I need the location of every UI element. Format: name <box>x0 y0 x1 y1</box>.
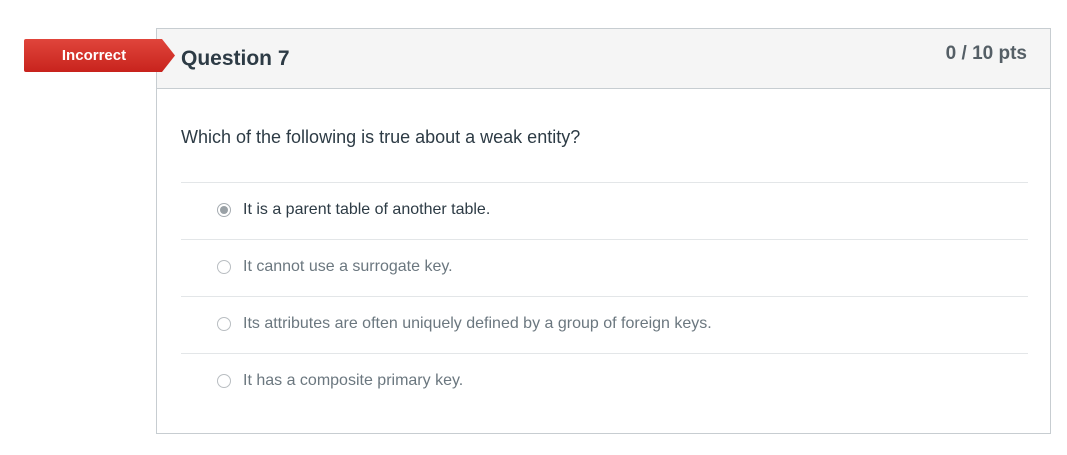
answer-option-1[interactable]: It is a parent table of another table. <box>181 182 1028 239</box>
answer-label: It cannot use a surrogate key. <box>243 258 453 275</box>
radio-empty-icon[interactable] <box>217 317 231 331</box>
answer-option-3[interactable]: Its attributes are often uniquely define… <box>181 296 1028 353</box>
radio-empty-icon[interactable] <box>217 260 231 274</box>
question-card: Question 7 0 / 10 pts Which of the follo… <box>156 28 1051 434</box>
quiz-question-page: Question 7 0 / 10 pts Which of the follo… <box>0 0 1067 455</box>
answer-list: It is a parent table of another table. I… <box>181 182 1028 410</box>
question-text: Which of the following is true about a w… <box>181 127 581 147</box>
answer-label: Its attributes are often uniquely define… <box>243 315 712 332</box>
incorrect-label: Incorrect <box>61 47 127 64</box>
answer-option-2[interactable]: It cannot use a surrogate key. <box>181 239 1028 296</box>
question-title: Question 7 <box>181 47 290 70</box>
question-points: 0 / 10 pts <box>945 43 1027 64</box>
radio-selected-icon[interactable] <box>217 203 231 217</box>
answer-label: It is a parent table of another table. <box>243 201 491 218</box>
answer-label: It has a composite primary key. <box>243 372 464 389</box>
radio-empty-icon[interactable] <box>217 374 231 388</box>
answer-option-4[interactable]: It has a composite primary key. <box>181 353 1028 410</box>
incorrect-status-banner: Incorrect <box>24 39 176 72</box>
question-header: Question 7 0 / 10 pts <box>157 29 1050 89</box>
